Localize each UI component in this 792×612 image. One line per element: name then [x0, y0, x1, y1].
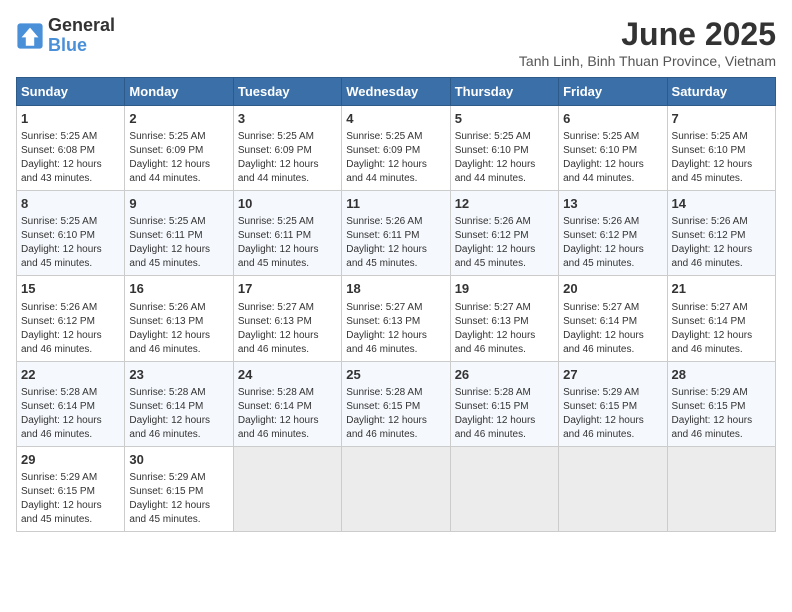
calendar-day-21: 21Sunrise: 5:27 AMSunset: 6:14 PMDayligh…	[667, 276, 775, 361]
calendar-week-row: 22Sunrise: 5:28 AMSunset: 6:14 PMDayligh…	[17, 361, 776, 446]
calendar-day-4: 4Sunrise: 5:25 AMSunset: 6:09 PMDaylight…	[342, 106, 450, 191]
calendar-header-row: SundayMondayTuesdayWednesdayThursdayFrid…	[17, 78, 776, 106]
calendar-week-row: 8Sunrise: 5:25 AMSunset: 6:10 PMDaylight…	[17, 191, 776, 276]
calendar-day-7: 7Sunrise: 5:25 AMSunset: 6:10 PMDaylight…	[667, 106, 775, 191]
calendar-day-10: 10Sunrise: 5:25 AMSunset: 6:11 PMDayligh…	[233, 191, 341, 276]
calendar-day-8: 8Sunrise: 5:25 AMSunset: 6:10 PMDaylight…	[17, 191, 125, 276]
calendar-day-20: 20Sunrise: 5:27 AMSunset: 6:14 PMDayligh…	[559, 276, 667, 361]
logo-text: General Blue	[48, 16, 115, 56]
header-sunday: Sunday	[17, 78, 125, 106]
calendar-day-17: 17Sunrise: 5:27 AMSunset: 6:13 PMDayligh…	[233, 276, 341, 361]
calendar-day-26: 26Sunrise: 5:28 AMSunset: 6:15 PMDayligh…	[450, 361, 558, 446]
calendar-subtitle: Tanh Linh, Binh Thuan Province, Vietnam	[519, 53, 776, 69]
calendar-day-5: 5Sunrise: 5:25 AMSunset: 6:10 PMDaylight…	[450, 106, 558, 191]
calendar-day-18: 18Sunrise: 5:27 AMSunset: 6:13 PMDayligh…	[342, 276, 450, 361]
calendar-week-row: 1Sunrise: 5:25 AMSunset: 6:08 PMDaylight…	[17, 106, 776, 191]
empty-cell	[450, 446, 558, 531]
calendar-day-23: 23Sunrise: 5:28 AMSunset: 6:14 PMDayligh…	[125, 361, 233, 446]
calendar-day-29: 29Sunrise: 5:29 AMSunset: 6:15 PMDayligh…	[17, 446, 125, 531]
calendar-day-13: 13Sunrise: 5:26 AMSunset: 6:12 PMDayligh…	[559, 191, 667, 276]
empty-cell	[559, 446, 667, 531]
empty-cell	[342, 446, 450, 531]
calendar-day-11: 11Sunrise: 5:26 AMSunset: 6:11 PMDayligh…	[342, 191, 450, 276]
calendar-day-14: 14Sunrise: 5:26 AMSunset: 6:12 PMDayligh…	[667, 191, 775, 276]
logo: General Blue	[16, 16, 115, 56]
calendar-week-row: 29Sunrise: 5:29 AMSunset: 6:15 PMDayligh…	[17, 446, 776, 531]
calendar-day-16: 16Sunrise: 5:26 AMSunset: 6:13 PMDayligh…	[125, 276, 233, 361]
calendar-day-27: 27Sunrise: 5:29 AMSunset: 6:15 PMDayligh…	[559, 361, 667, 446]
header-tuesday: Tuesday	[233, 78, 341, 106]
calendar-day-28: 28Sunrise: 5:29 AMSunset: 6:15 PMDayligh…	[667, 361, 775, 446]
calendar-day-1: 1Sunrise: 5:25 AMSunset: 6:08 PMDaylight…	[17, 106, 125, 191]
header-wednesday: Wednesday	[342, 78, 450, 106]
calendar-title: June 2025	[519, 16, 776, 53]
calendar-day-30: 30Sunrise: 5:29 AMSunset: 6:15 PMDayligh…	[125, 446, 233, 531]
logo-icon	[16, 22, 44, 50]
header-friday: Friday	[559, 78, 667, 106]
calendar-week-row: 15Sunrise: 5:26 AMSunset: 6:12 PMDayligh…	[17, 276, 776, 361]
calendar-table: SundayMondayTuesdayWednesdayThursdayFrid…	[16, 77, 776, 532]
calendar-title-section: June 2025 Tanh Linh, Binh Thuan Province…	[519, 16, 776, 69]
calendar-day-19: 19Sunrise: 5:27 AMSunset: 6:13 PMDayligh…	[450, 276, 558, 361]
calendar-day-3: 3Sunrise: 5:25 AMSunset: 6:09 PMDaylight…	[233, 106, 341, 191]
calendar-day-2: 2Sunrise: 5:25 AMSunset: 6:09 PMDaylight…	[125, 106, 233, 191]
header-saturday: Saturday	[667, 78, 775, 106]
calendar-day-15: 15Sunrise: 5:26 AMSunset: 6:12 PMDayligh…	[17, 276, 125, 361]
header-monday: Monday	[125, 78, 233, 106]
empty-cell	[233, 446, 341, 531]
calendar-day-6: 6Sunrise: 5:25 AMSunset: 6:10 PMDaylight…	[559, 106, 667, 191]
empty-cell	[667, 446, 775, 531]
page-header: General Blue June 2025 Tanh Linh, Binh T…	[16, 16, 776, 69]
calendar-day-24: 24Sunrise: 5:28 AMSunset: 6:14 PMDayligh…	[233, 361, 341, 446]
calendar-day-25: 25Sunrise: 5:28 AMSunset: 6:15 PMDayligh…	[342, 361, 450, 446]
calendar-day-22: 22Sunrise: 5:28 AMSunset: 6:14 PMDayligh…	[17, 361, 125, 446]
calendar-day-12: 12Sunrise: 5:26 AMSunset: 6:12 PMDayligh…	[450, 191, 558, 276]
calendar-day-9: 9Sunrise: 5:25 AMSunset: 6:11 PMDaylight…	[125, 191, 233, 276]
header-thursday: Thursday	[450, 78, 558, 106]
